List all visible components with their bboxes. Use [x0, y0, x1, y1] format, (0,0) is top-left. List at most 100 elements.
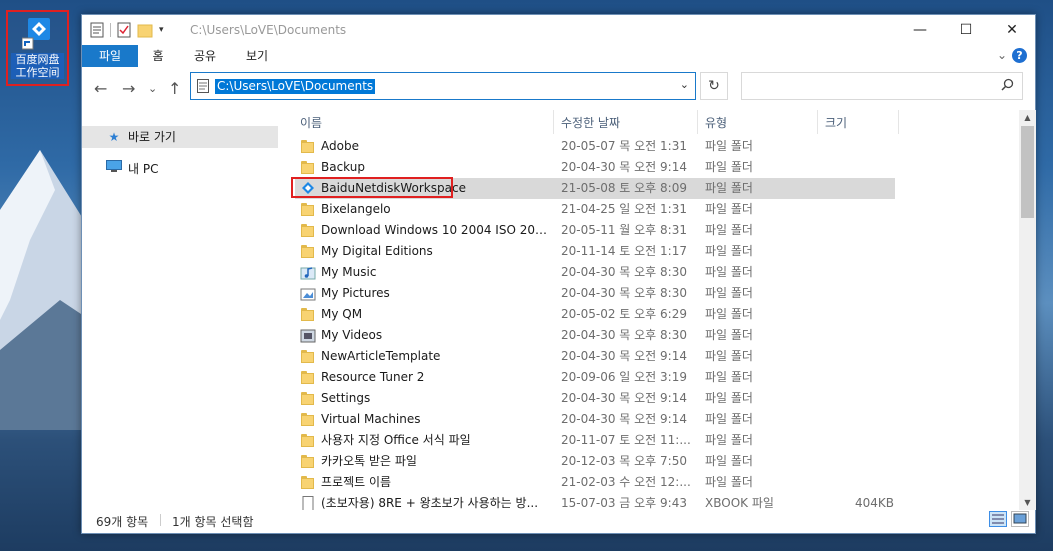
- large-icons-view-button[interactable]: [1011, 511, 1029, 527]
- file-name: My Music: [321, 265, 377, 279]
- close-button[interactable]: ✕: [989, 15, 1035, 45]
- table-row[interactable]: Bixelangelo 21-04-25 일 오전 1:31 파일 폴더: [295, 199, 895, 220]
- file-list: ^ 이름 수정한 날짜 유형 크기 Adobe 20-05-07 목 오전 1:3…: [282, 110, 1019, 510]
- qat-customize-icon[interactable]: ▾: [159, 25, 164, 35]
- help-icon[interactable]: ?: [1012, 48, 1027, 63]
- file-date: 21-04-25 일 오전 1:31: [561, 202, 687, 216]
- folder-icon: [300, 202, 316, 217]
- file-name: My QM: [321, 307, 363, 321]
- file-date: 20-05-02 토 오후 6:29: [561, 307, 687, 321]
- column-divider[interactable]: [817, 110, 818, 134]
- pictures-folder-icon: [300, 286, 316, 301]
- folder-icon: [300, 244, 316, 259]
- address-dropdown-icon[interactable]: ⌄: [680, 78, 689, 91]
- column-header-size[interactable]: 크기: [825, 114, 847, 131]
- column-divider[interactable]: [697, 110, 698, 134]
- column-header-date[interactable]: 수정한 날짜: [561, 114, 620, 131]
- file-type: 파일 폴더: [705, 139, 753, 153]
- file-name: 프로젝트 이름: [321, 475, 392, 489]
- videos-folder-icon: [300, 328, 316, 343]
- file-name: Resource Tuner 2: [321, 370, 425, 384]
- properties-icon[interactable]: [90, 22, 104, 38]
- refresh-button[interactable]: ↻: [700, 72, 728, 100]
- scrollbar-thumb[interactable]: [1021, 126, 1034, 218]
- column-header-name[interactable]: 이름: [300, 114, 322, 131]
- tab-home[interactable]: 홈: [146, 45, 170, 67]
- maximize-button[interactable]: ☐: [943, 15, 989, 45]
- file-type: 파일 폴더: [705, 412, 753, 426]
- file-name: Backup: [321, 160, 365, 174]
- file-date: 20-04-30 목 오전 9:14: [561, 412, 687, 426]
- file-name: Bixelangelo: [321, 202, 391, 216]
- minimize-button[interactable]: —: [897, 15, 943, 45]
- column-divider[interactable]: [898, 110, 899, 134]
- file-date: 20-12-03 목 오후 7:50: [561, 454, 687, 468]
- file-date: 20-11-07 토 오전 11:...: [561, 433, 691, 447]
- table-row[interactable]: Settings 20-04-30 목 오전 9:14 파일 폴더: [295, 388, 895, 409]
- new-folder-icon[interactable]: [137, 22, 153, 38]
- qat-separator: [110, 23, 111, 37]
- column-divider[interactable]: [553, 110, 554, 134]
- address-text[interactable]: C:\Users\LoVE\Documents: [215, 79, 376, 94]
- file-name: Settings: [321, 391, 371, 405]
- tab-file[interactable]: 파일: [82, 45, 138, 67]
- column-header-type[interactable]: 유형: [705, 114, 727, 131]
- navpane-quick-access[interactable]: ★ 바로 가기: [82, 126, 278, 148]
- table-row[interactable]: 프로젝트 이름 21-02-03 수 오전 12:... 파일 폴더: [295, 472, 895, 493]
- table-row[interactable]: My Videos 20-04-30 목 오후 8:30 파일 폴더: [295, 325, 895, 346]
- item-count: 69개 항목: [96, 515, 149, 529]
- sort-ascending-icon: ^: [420, 110, 428, 115]
- table-row[interactable]: 카카오톡 받은 파일 20-12-03 목 오후 7:50 파일 폴더: [295, 451, 895, 472]
- navpane-this-pc[interactable]: 내 PC: [82, 158, 158, 180]
- tab-view[interactable]: 보기: [242, 45, 272, 67]
- table-row[interactable]: My Pictures 20-04-30 목 오후 8:30 파일 폴더: [295, 283, 895, 304]
- file-type: 파일 폴더: [705, 391, 753, 405]
- navigation-pane: ★ 바로 가기 내 PC: [82, 110, 282, 505]
- file-date: 21-02-03 수 오전 12:...: [561, 475, 691, 489]
- large-icons-view-icon: [1013, 513, 1027, 524]
- vertical-scrollbar[interactable]: ▲ ▼: [1019, 110, 1036, 510]
- file-type: 파일 폴더: [705, 433, 753, 447]
- file-date: 20-05-07 목 오전 1:31: [561, 139, 687, 153]
- navigation-bar: ← → ⌄ ↑ C:\Users\LoVE\Documents ⌄ ↻: [82, 69, 1035, 109]
- file-date: 20-04-30 목 오후 8:30: [561, 265, 687, 279]
- table-row[interactable]: Adobe 20-05-07 목 오전 1:31 파일 폴더: [295, 136, 895, 157]
- tab-share[interactable]: 공유: [190, 45, 220, 67]
- up-button[interactable]: ↑: [168, 79, 181, 98]
- checklist-icon[interactable]: [117, 22, 131, 38]
- table-row[interactable]: 사용자 지정 Office 서식 파일 20-11-07 토 오전 11:... 파…: [295, 430, 895, 451]
- table-row[interactable]: My Music 20-04-30 목 오후 8:30 파일 폴더: [295, 262, 895, 283]
- scroll-down-icon[interactable]: ▼: [1019, 498, 1036, 507]
- star-icon: ★: [108, 130, 120, 144]
- navpane-item-label: 바로 가기: [128, 130, 176, 144]
- table-row[interactable]: My QM 20-05-02 토 오후 6:29 파일 폴더: [295, 304, 895, 325]
- folder-icon: [300, 475, 316, 490]
- details-view-button[interactable]: [989, 511, 1007, 527]
- desktop-icon-label: 百度网盘工作空间: [11, 53, 64, 79]
- search-input[interactable]: [741, 72, 1023, 100]
- table-row[interactable]: Download Windows 10 2004 ISO 20H1... 20-0…: [295, 220, 895, 241]
- recent-locations-button[interactable]: ⌄: [148, 82, 157, 95]
- file-date: 20-04-30 목 오전 9:14: [561, 391, 687, 405]
- selection-count: 1개 항목 선택함: [172, 515, 254, 529]
- file-date: 20-04-30 목 오후 8:30: [561, 286, 687, 300]
- forward-button[interactable]: →: [122, 79, 135, 98]
- file-type: 파일 폴더: [705, 286, 753, 300]
- table-row[interactable]: Virtual Machines 20-04-30 목 오전 9:14 파일 폴더: [295, 409, 895, 430]
- address-bar[interactable]: C:\Users\LoVE\Documents ⌄: [190, 72, 696, 100]
- table-row[interactable]: My Digital Editions 20-11-14 토 오전 1:17 파일 …: [295, 241, 895, 262]
- table-row[interactable]: NewArticleTemplate 20-04-30 목 오전 9:14 파일 폴…: [295, 346, 895, 367]
- file-date: 20-04-30 목 오전 9:14: [561, 349, 687, 363]
- folder-icon: [300, 433, 316, 448]
- desktop-shortcut-baidu-workspace[interactable]: 百度网盘工作空间: [6, 10, 69, 86]
- file-date: 20-05-11 월 오후 8:31: [561, 223, 687, 237]
- file-date: 20-11-14 토 오전 1:17: [561, 244, 687, 258]
- file-name: My Pictures: [321, 286, 390, 300]
- table-row[interactable]: Backup 20-04-30 목 오전 9:14 파일 폴더: [295, 157, 895, 178]
- back-button[interactable]: ←: [94, 79, 107, 98]
- status-separator: [160, 514, 161, 526]
- table-row-selected[interactable]: BaiduNetdiskWorkspace 21-05-08 토 오후 8:09 파…: [291, 177, 895, 199]
- scroll-up-icon[interactable]: ▲: [1019, 113, 1036, 122]
- table-row[interactable]: Resource Tuner 2 20-09-06 일 오전 3:19 파일 폴더: [295, 367, 895, 388]
- ribbon-expand-icon[interactable]: ⌄: [997, 48, 1007, 62]
